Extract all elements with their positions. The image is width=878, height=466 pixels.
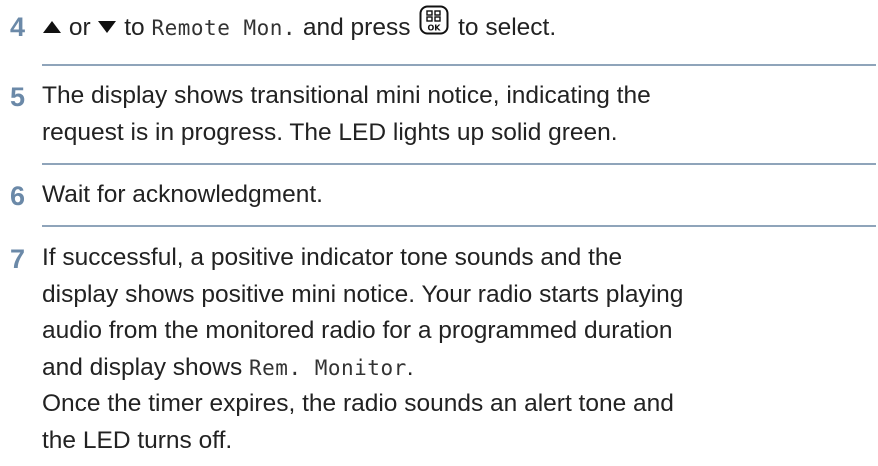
ok-menu-key-icon: OK <box>419 5 449 47</box>
step-line: request is in progress. The LED lights u… <box>42 118 618 146</box>
step-number: 4 <box>10 12 26 42</box>
line-suffix: . <box>406 353 414 381</box>
step-number: 5 <box>10 82 26 112</box>
step-text: Wait for acknowledgment. <box>42 177 862 214</box>
step-text: or to Remote Mon. and press OK to select… <box>42 5 862 50</box>
step-text: The display shows transitional mini noti… <box>42 78 862 151</box>
divider <box>42 163 876 165</box>
down-arrow-icon <box>97 9 117 46</box>
up-arrow-icon <box>42 9 62 46</box>
divider <box>42 64 876 66</box>
line-prefix: and display shows <box>42 353 243 381</box>
step-line: display shows positive mini notice. Your… <box>42 280 684 308</box>
display-text-rem-monitor: Rem. Monitor <box>249 355 407 380</box>
step-text: If successful, a positive indicator tone… <box>42 240 862 459</box>
manual-page: 4 or to Remote Mon. and press OK to sele… <box>0 0 878 466</box>
step-number: 7 <box>10 244 26 274</box>
divider <box>42 225 876 227</box>
step-line: Wait for acknowledgment. <box>42 181 323 208</box>
to-select-text: to select. <box>458 14 557 42</box>
step-line: audio from the monitored radio for a pro… <box>42 317 673 344</box>
ok-key-label: OK <box>428 24 442 33</box>
step-line: the LED turns off. <box>42 426 233 454</box>
to-text: to <box>124 14 145 42</box>
or-text: or <box>68 14 91 42</box>
step-number: 6 <box>10 181 26 211</box>
step-line: If successful, a positive indicator tone… <box>42 244 623 271</box>
display-text-remote-mon: Remote Mon. <box>151 16 297 41</box>
and-press-text: and press <box>302 14 411 42</box>
step-line: The display shows transitional mini noti… <box>42 82 651 109</box>
step-line: Once the timer expires, the radio sounds… <box>42 390 674 417</box>
step-line: and display shows Rem. Monitor. <box>42 350 862 387</box>
